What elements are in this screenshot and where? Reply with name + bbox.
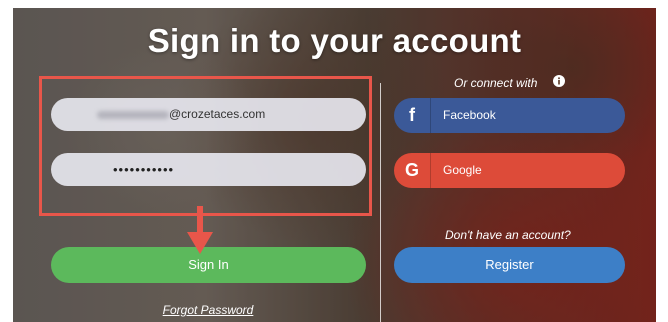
google-separator xyxy=(430,153,431,188)
facebook-separator xyxy=(430,98,431,133)
info-icon[interactable] xyxy=(553,75,565,87)
google-icon: G xyxy=(404,160,419,180)
credentials-highlight-box xyxy=(39,76,372,216)
or-connect-label: Or connect with xyxy=(454,76,538,90)
page-title: Sign in to your account xyxy=(147,22,522,59)
forgot-password-link[interactable]: Forgot Password xyxy=(13,303,403,317)
column-divider xyxy=(380,83,381,322)
facebook-button[interactable]: f Facebook xyxy=(394,98,625,133)
no-account-prompt: Don't have an account? xyxy=(445,228,571,242)
facebook-label: Facebook xyxy=(443,108,496,122)
google-button[interactable]: G Google xyxy=(394,153,625,188)
google-label: Google xyxy=(443,163,482,177)
facebook-icon: f xyxy=(409,105,415,125)
register-button[interactable]: Register xyxy=(394,247,625,283)
arrow-down-icon xyxy=(187,206,213,254)
login-panel: Sign in to your account @crozetaces.com … xyxy=(13,8,656,322)
